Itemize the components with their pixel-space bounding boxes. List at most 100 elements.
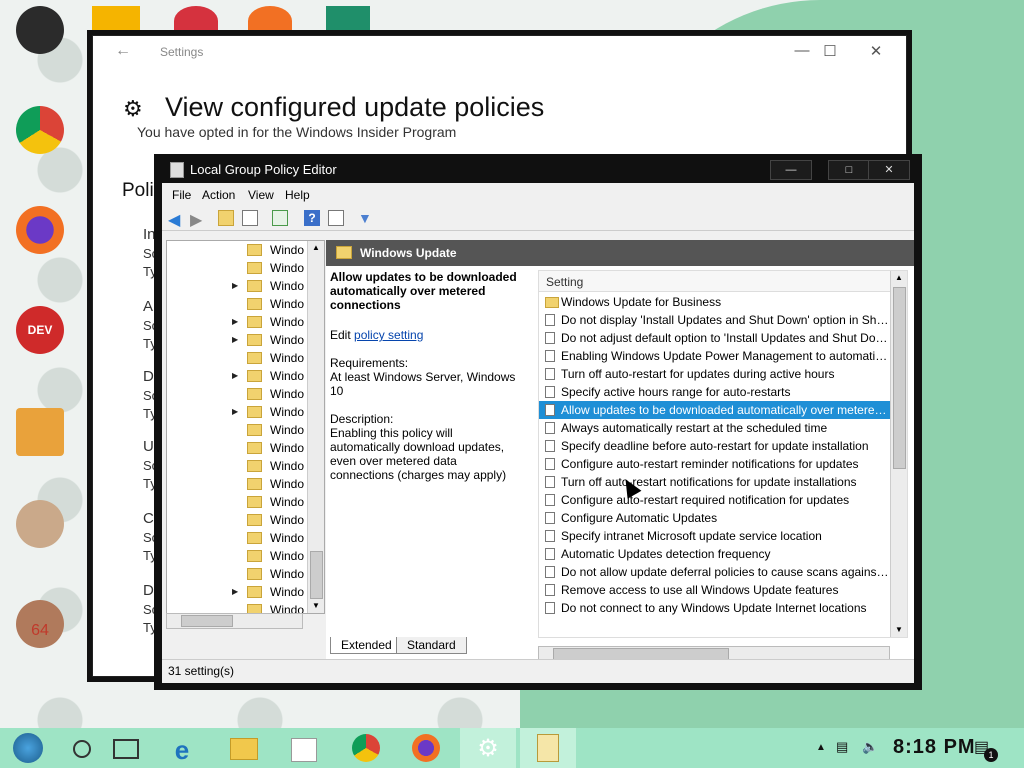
tree-item[interactable]: ▶ Windo: [167, 403, 308, 421]
setting-row[interactable]: Windows Update for Business: [539, 293, 891, 311]
setting-row[interactable]: Automatic Updates detection frequency: [539, 545, 891, 563]
close-button[interactable]: ✕: [853, 42, 899, 62]
menu-file[interactable]: File: [172, 188, 191, 202]
help-icon[interactable]: ?: [304, 210, 320, 226]
scroll-thumb[interactable]: [310, 551, 323, 599]
taskbar-firefox[interactable]: [400, 728, 452, 768]
tree-item[interactable]: Windo: [167, 241, 308, 259]
tree-item[interactable]: Windo: [167, 421, 308, 439]
setting-row[interactable]: Turn off auto-restart for updates during…: [539, 365, 891, 383]
tree-item[interactable]: ▶ Windo: [167, 367, 308, 385]
tree-item[interactable]: ▶ Windo: [167, 583, 308, 601]
back-arrow-icon[interactable]: ←: [115, 42, 131, 60]
setting-column-header[interactable]: Setting: [539, 271, 891, 292]
setting-row[interactable]: Allow updates to be downloaded automatic…: [539, 401, 891, 419]
taskbar-settings[interactable]: ⚙: [460, 728, 516, 768]
list-vertical-scrollbar[interactable]: ▲ ▼: [890, 271, 907, 637]
setting-row[interactable]: Remove access to use all Windows Update …: [539, 581, 891, 599]
task-view-button[interactable]: [100, 728, 152, 768]
scroll-down-arrow[interactable]: ▼: [308, 599, 324, 613]
gpe-minimize-button[interactable]: —: [770, 160, 812, 180]
scroll-up-arrow[interactable]: ▲: [308, 241, 324, 255]
tree-item[interactable]: Windo: [167, 385, 308, 403]
setting-row[interactable]: Do not display 'Install Updates and Shut…: [539, 311, 891, 329]
tree-pane[interactable]: Windo Windo ▶ Windo Windo ▶ Windo ▶ Windo Windo ▶ W…: [166, 240, 325, 614]
expand-arrow-icon[interactable]: ▶: [232, 317, 238, 326]
desktop-icon-hxd[interactable]: [12, 408, 68, 456]
desktop-icon-chrome[interactable]: [12, 106, 68, 154]
setting-row[interactable]: Always automatically restart at the sche…: [539, 419, 891, 437]
setting-row[interactable]: Turn off auto-restart notifications for …: [539, 473, 891, 491]
setting-row[interactable]: Do not connect to any Windows Update Int…: [539, 599, 891, 617]
scroll-thumb[interactable]: [893, 287, 906, 469]
desktop-icon-firefox[interactable]: [12, 206, 68, 254]
expand-arrow-icon[interactable]: ▶: [232, 407, 238, 416]
volume-icon[interactable]: 🔈: [862, 739, 878, 755]
setting-row[interactable]: Configure auto-restart reminder notifica…: [539, 455, 891, 473]
tree-item[interactable]: ▶ Windo: [167, 331, 308, 349]
export-list-icon[interactable]: [272, 210, 288, 226]
desktop-icon-portrait-2[interactable]: 64: [12, 600, 68, 648]
desktop-icon-top-2[interactable]: [174, 6, 218, 36]
tree-item[interactable]: Windo: [167, 511, 308, 529]
network-icon[interactable]: ▤: [836, 739, 848, 755]
expand-arrow-icon[interactable]: ▶: [232, 281, 238, 290]
setting-row[interactable]: Specify deadline before auto-restart for…: [539, 437, 891, 455]
settings-list[interactable]: Setting Windows Update for Business Do no…: [538, 270, 908, 638]
desktop-icon-game[interactable]: [12, 6, 68, 54]
tree-item[interactable]: ▶ Windo: [167, 277, 308, 295]
settings-titlebar[interactable]: ← Settings — ☐ ✕: [93, 36, 906, 68]
taskbar-group-policy-editor[interactable]: [520, 728, 576, 768]
taskbar-edge[interactable]: e: [156, 728, 208, 768]
forward-icon[interactable]: ▶: [190, 210, 206, 229]
setting-row[interactable]: Specify intranet Microsoft update servic…: [539, 527, 891, 545]
setting-row[interactable]: Configure Automatic Updates: [539, 509, 891, 527]
maximize-button[interactable]: ☐: [807, 42, 853, 62]
expand-arrow-icon[interactable]: ▶: [232, 587, 238, 596]
taskbar-chrome[interactable]: [340, 728, 392, 768]
tree-item[interactable]: Windo: [167, 439, 308, 457]
tree-item[interactable]: ▶ Windo: [167, 313, 308, 331]
back-icon[interactable]: ◀: [168, 210, 184, 229]
tree-item[interactable]: Windo: [167, 529, 308, 547]
tree-item[interactable]: Windo: [167, 295, 308, 313]
scroll-down-arrow[interactable]: ▼: [891, 623, 907, 637]
desktop-icon-portrait-1[interactable]: [12, 500, 68, 548]
menu-action[interactable]: Action: [202, 188, 235, 202]
clock[interactable]: 8:18 PM: [893, 736, 976, 759]
tree-vertical-scrollbar[interactable]: ▲ ▼: [307, 241, 324, 613]
show-hidden-icons-chevron-icon[interactable]: ▲: [816, 742, 826, 753]
start-button[interactable]: [0, 728, 56, 768]
gpe-close-button[interactable]: ✕: [868, 160, 910, 180]
tree-item[interactable]: Windo: [167, 475, 308, 493]
desktop-icon-devcpp[interactable]: DEV: [12, 306, 68, 354]
setting-row[interactable]: Enabling Windows Update Power Management…: [539, 347, 891, 365]
desktop-icon-top-4[interactable]: [326, 6, 370, 36]
filter-icon[interactable]: ▼: [358, 210, 374, 226]
taskbar-file-explorer[interactable]: [218, 728, 270, 768]
policy-setting-link[interactable]: policy setting: [354, 328, 423, 342]
up-folder-icon[interactable]: [218, 210, 234, 226]
tree-item[interactable]: Windo: [167, 349, 308, 367]
gpe-titlebar[interactable]: Local Group Policy Editor — □ ✕: [154, 154, 922, 183]
tree-horizontal-scrollbar[interactable]: [166, 613, 303, 629]
tab-standard[interactable]: Standard: [396, 637, 467, 654]
setting-row[interactable]: Configure auto-restart required notifica…: [539, 491, 891, 509]
tree-item[interactable]: Windo: [167, 259, 308, 277]
taskbar-store[interactable]: [278, 728, 330, 768]
tree-item[interactable]: Windo: [167, 547, 308, 565]
properties-icon[interactable]: [328, 210, 344, 226]
tree-item[interactable]: Windo: [167, 565, 308, 583]
menu-help[interactable]: Help: [285, 188, 310, 202]
expand-arrow-icon[interactable]: ▶: [232, 335, 238, 344]
tree-item[interactable]: Windo: [167, 493, 308, 511]
setting-row[interactable]: Do not allow update deferral policies to…: [539, 563, 891, 581]
gpe-maximize-button[interactable]: □: [828, 160, 870, 180]
desktop-icon-top-3[interactable]: [248, 6, 292, 36]
expand-arrow-icon[interactable]: ▶: [232, 371, 238, 380]
menu-view[interactable]: View: [248, 188, 274, 202]
scroll-up-arrow[interactable]: ▲: [891, 271, 907, 285]
tab-extended[interactable]: Extended: [330, 637, 403, 654]
setting-row[interactable]: Specify active hours range for auto-rest…: [539, 383, 891, 401]
desktop-icon-top-1[interactable]: [92, 6, 140, 36]
